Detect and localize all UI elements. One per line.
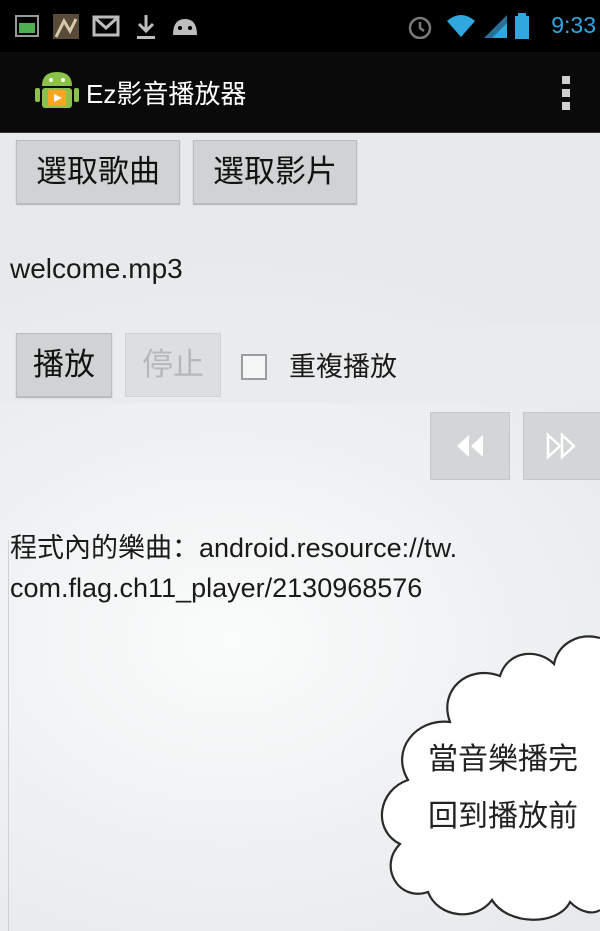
stop-button[interactable]: 停止 — [125, 333, 221, 397]
signal-icon — [484, 15, 507, 38]
rewind-button[interactable] — [430, 412, 510, 480]
rewind-icon — [457, 435, 483, 457]
download-icon — [137, 15, 155, 39]
status-bar: 9:33 — [0, 0, 600, 52]
resource-info: 程式內的樂曲：android.resource://tw. com.flag.c… — [10, 528, 600, 608]
battery-icon — [515, 13, 529, 39]
current-file-name: welcome.mp3 — [10, 253, 183, 284]
android-debug-icon — [173, 19, 197, 35]
action-bar: Ez影音播放器 — [0, 52, 600, 133]
callout-cloud — [380, 635, 600, 921]
photo-thumbnail-icon — [53, 14, 79, 39]
repeat-checkbox[interactable] — [241, 354, 267, 380]
gallery-icon — [15, 15, 39, 37]
callout-line2: 回到播放前 — [428, 799, 578, 834]
gmail-icon — [92, 15, 120, 37]
screen-edge-line — [8, 540, 9, 931]
alarm-icon — [408, 16, 432, 39]
fast-forward-button[interactable] — [523, 412, 600, 480]
select-video-button[interactable]: 選取影片 — [193, 140, 357, 204]
overflow-menu-icon[interactable] — [562, 76, 570, 110]
play-button[interactable]: 播放 — [16, 333, 112, 397]
repeat-checkbox-label: 重複播放 — [289, 352, 397, 383]
app-title: Ez影音播放器 — [86, 79, 247, 109]
callout-line1: 當音樂播完 — [428, 742, 578, 777]
android-app-icon[interactable] — [34, 66, 80, 116]
fast-forward-icon — [546, 432, 576, 460]
wifi-icon — [447, 15, 475, 37]
clock-time: 9:33 — [551, 12, 596, 38]
resource-info-line1: 程式內的樂曲：android.resource://tw. — [10, 533, 458, 563]
select-song-button[interactable]: 選取歌曲 — [16, 140, 180, 204]
resource-info-line2: com.flag.ch11_player/2130968576 — [10, 573, 423, 603]
